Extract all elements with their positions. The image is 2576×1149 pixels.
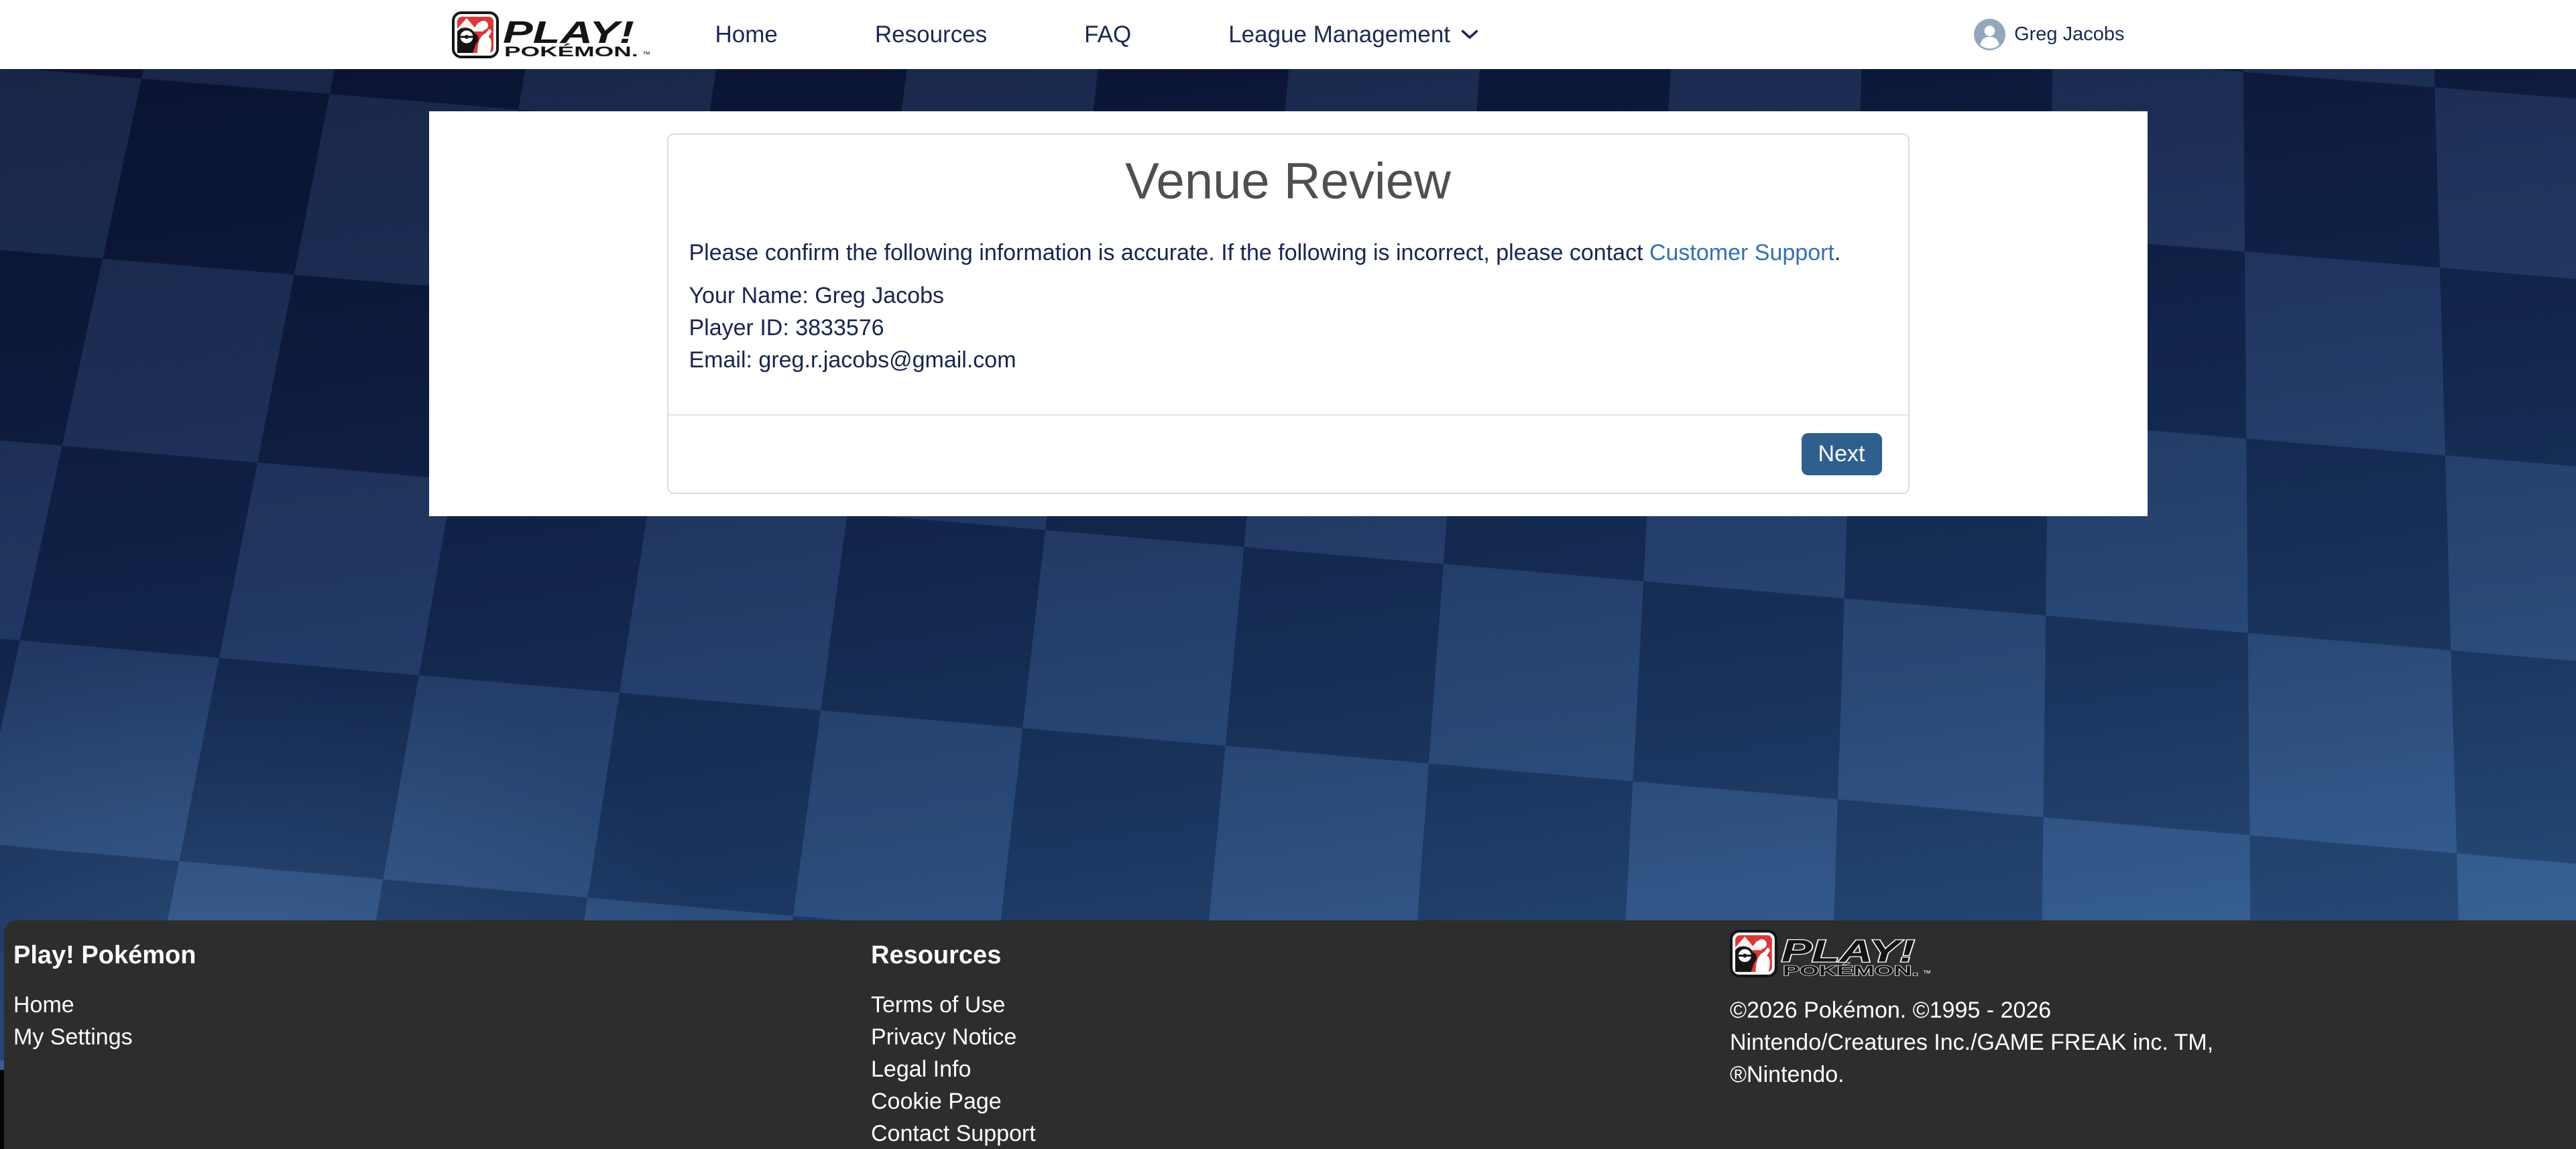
footer-heading-play-pokemon: Play! Pokémon bbox=[13, 941, 196, 970]
logo-pokemon-text: POKÉMON. bbox=[504, 44, 638, 58]
copyright-line-3: ®Nintendo. bbox=[1730, 1059, 2213, 1091]
nav-dropdown-label: League Management bbox=[1228, 21, 1450, 48]
play-pokemon-logo-icon: PLAY! POKÉMON. ™ bbox=[452, 11, 653, 58]
footer-column-play-pokemon: Play! Pokémon Home My Settings bbox=[13, 920, 196, 1053]
user-avatar-icon bbox=[1974, 19, 2005, 50]
nav-link-home[interactable]: Home bbox=[715, 21, 778, 48]
confirmation-text-before: Please confirm the following information… bbox=[689, 240, 1649, 265]
footer-column-legal: PLAY! POKÉMON. ™ ©2026 Pokémon. ©1995 - … bbox=[1730, 920, 2213, 1091]
footer-link-contact-support[interactable]: Contact Support bbox=[871, 1117, 1036, 1149]
footer-heading-resources: Resources bbox=[871, 941, 1036, 970]
detail-player-id: Player ID: 3833576 bbox=[689, 312, 1887, 344]
site-footer: Play! Pokémon Home My Settings Resources… bbox=[4, 920, 2576, 1149]
nav-link-faq[interactable]: FAQ bbox=[1084, 21, 1131, 48]
footer-link-home[interactable]: Home bbox=[13, 989, 196, 1021]
venue-review-card: Venue Review Please confirm the followin… bbox=[667, 133, 1910, 494]
content-panel: Venue Review Please confirm the followin… bbox=[429, 111, 2148, 516]
copyright-line-2: Nintendo/Creatures Inc./GAME FREAK inc. … bbox=[1730, 1026, 2213, 1059]
nav-link-resources[interactable]: Resources bbox=[875, 21, 987, 48]
logo-trademark: ™ bbox=[642, 50, 650, 58]
detail-your-name: Your Name: Greg Jacobs bbox=[689, 280, 1887, 312]
page-title: Venue Review bbox=[668, 155, 1908, 208]
copyright-line-1: ©2026 Pokémon. ©1995 - 2026 bbox=[1730, 994, 2213, 1026]
page-background: Venue Review Please confirm the followin… bbox=[0, 69, 2576, 1149]
footer-link-privacy-notice[interactable]: Privacy Notice bbox=[871, 1021, 1036, 1053]
customer-support-link[interactable]: Customer Support bbox=[1649, 240, 1834, 265]
footer-link-cookie-page[interactable]: Cookie Page bbox=[871, 1085, 1036, 1117]
user-menu[interactable]: Greg Jacobs bbox=[1974, 19, 2124, 50]
detail-email: Email: greg.r.jacobs@gmail.com bbox=[689, 344, 1887, 376]
footer-link-my-settings[interactable]: My Settings bbox=[13, 1021, 196, 1053]
footer-play-pokemon-logo-icon: PLAY! POKÉMON. ™ bbox=[1730, 930, 1934, 977]
play-pokemon-logo[interactable]: PLAY! POKÉMON. ™ bbox=[452, 11, 653, 58]
nav-dropdown-league-management[interactable]: League Management bbox=[1228, 21, 1478, 48]
confirmation-text: Please confirm the following information… bbox=[689, 237, 1887, 269]
next-button[interactable]: Next bbox=[1802, 433, 1882, 475]
user-name: Greg Jacobs bbox=[2014, 23, 2124, 46]
navbar-inner: PLAY! POKÉMON. ™ Home Resources FAQ Leag… bbox=[429, 0, 2148, 69]
footer-logo-pokemon-text: POKÉMON. bbox=[1783, 962, 1919, 977]
footer-link-terms-of-use[interactable]: Terms of Use bbox=[871, 989, 1036, 1021]
footer-column-resources: Resources Terms of Use Privacy Notice Le… bbox=[871, 920, 1036, 1149]
card-footer: Next bbox=[668, 414, 1908, 493]
player-details: Your Name: Greg Jacobs Player ID: 383357… bbox=[689, 280, 1887, 376]
copyright-text: ©2026 Pokémon. ©1995 - 2026 Nintendo/Cre… bbox=[1730, 994, 2213, 1091]
primary-nav: Home Resources FAQ League Management bbox=[715, 21, 1479, 48]
chevron-down-icon bbox=[1461, 29, 1478, 40]
confirmation-text-after: . bbox=[1834, 240, 1840, 265]
top-navbar: PLAY! POKÉMON. ™ Home Resources FAQ Leag… bbox=[0, 0, 2576, 69]
footer-link-legal-info[interactable]: Legal Info bbox=[871, 1053, 1036, 1085]
footer-logo-trademark: ™ bbox=[1923, 969, 1931, 977]
